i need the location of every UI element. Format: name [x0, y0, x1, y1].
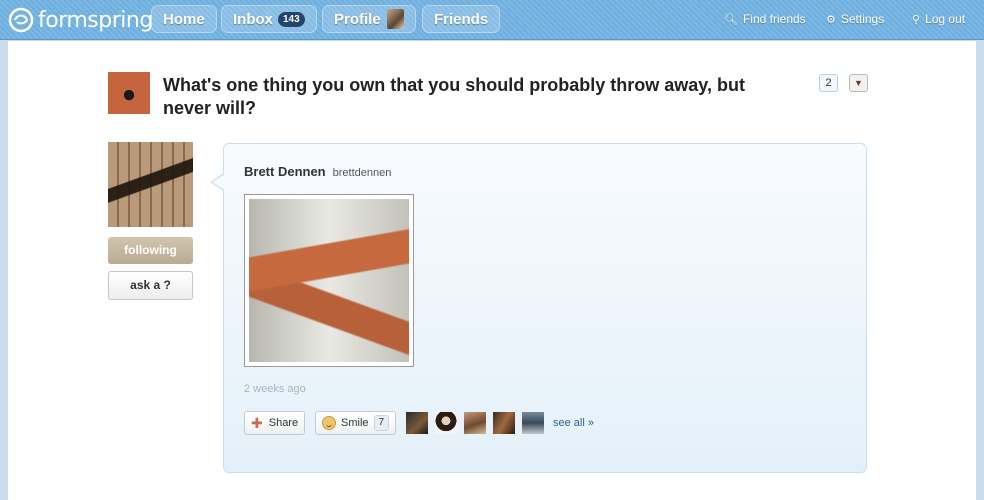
- smiler-avatar[interactable]: [493, 412, 515, 434]
- logout-icon: ⚲: [912, 13, 921, 26]
- inbox-count-badge: 143: [278, 11, 305, 27]
- answer-timestamp[interactable]: 2 weeks ago: [244, 383, 306, 395]
- nav-home[interactable]: Home: [151, 5, 217, 33]
- question-options-button[interactable]: ▼: [849, 74, 868, 92]
- nav-home-label: Home: [163, 10, 205, 28]
- nav-profile[interactable]: Profile: [322, 5, 416, 33]
- smiler-avatar[interactable]: [464, 412, 486, 434]
- find-friends-label: Find friends: [742, 12, 806, 26]
- formspring-logo[interactable]: formspring: [8, 6, 153, 34]
- smiler-avatar[interactable]: [435, 412, 457, 434]
- settings-label: Settings: [840, 12, 885, 26]
- smile-label: Smile: [341, 417, 369, 429]
- content-page: What's one thing you own that you should…: [8, 41, 976, 500]
- shirt-photo-image: [249, 199, 409, 362]
- asker-avatar[interactable]: [108, 72, 150, 114]
- answer-author: Brett Dennen brettdennen: [244, 164, 391, 179]
- answer-photo[interactable]: [244, 194, 414, 367]
- nav-friends-label: Friends: [434, 10, 489, 28]
- smile-count: 7: [373, 415, 390, 431]
- logout-link[interactable]: ⚲ Log out: [912, 12, 965, 26]
- author-handle[interactable]: brettdennen: [333, 167, 392, 179]
- profile-thumbnail: [386, 9, 404, 29]
- smile-icon: [322, 416, 336, 430]
- gear-icon: ⚙: [826, 13, 836, 26]
- share-button[interactable]: ✚ Share: [244, 411, 306, 435]
- smiler-avatar[interactable]: [522, 412, 544, 434]
- responder-avatar[interactable]: [108, 142, 193, 227]
- logout-label: Log out: [925, 12, 966, 26]
- search-icon: 🔍︎: [724, 13, 738, 26]
- author-name-link[interactable]: Brett Dennen: [244, 164, 326, 179]
- formspring-logo-icon: [8, 7, 34, 33]
- logo-text: formspring: [38, 7, 153, 33]
- top-navigation-bar: formspring Home Inbox 143 Profile Friend…: [0, 0, 984, 40]
- nav-profile-label: Profile: [334, 10, 381, 28]
- question-text: What's one thing you own that you should…: [163, 75, 745, 118]
- settings-link[interactable]: ⚙ Settings: [826, 12, 884, 26]
- smile-button[interactable]: Smile 7: [315, 411, 397, 435]
- nav-friends[interactable]: Friends: [422, 5, 501, 33]
- following-button[interactable]: following: [108, 237, 193, 264]
- dropdown-arrow-icon: ▼: [854, 78, 863, 88]
- nav-inbox-label: Inbox: [233, 10, 273, 28]
- find-friends-link[interactable]: 🔍︎ Find friends: [724, 12, 806, 26]
- smiler-avatar[interactable]: [406, 412, 428, 434]
- plus-icon: ✚: [251, 414, 263, 431]
- share-label: Share: [268, 417, 299, 429]
- answer-pointer-fill: [212, 174, 225, 190]
- ask-question-button[interactable]: ask a ?: [108, 271, 193, 300]
- nav-inbox[interactable]: Inbox 143: [221, 5, 317, 33]
- see-all-link[interactable]: see all »: [553, 417, 594, 429]
- response-count-badge[interactable]: 2: [819, 74, 838, 92]
